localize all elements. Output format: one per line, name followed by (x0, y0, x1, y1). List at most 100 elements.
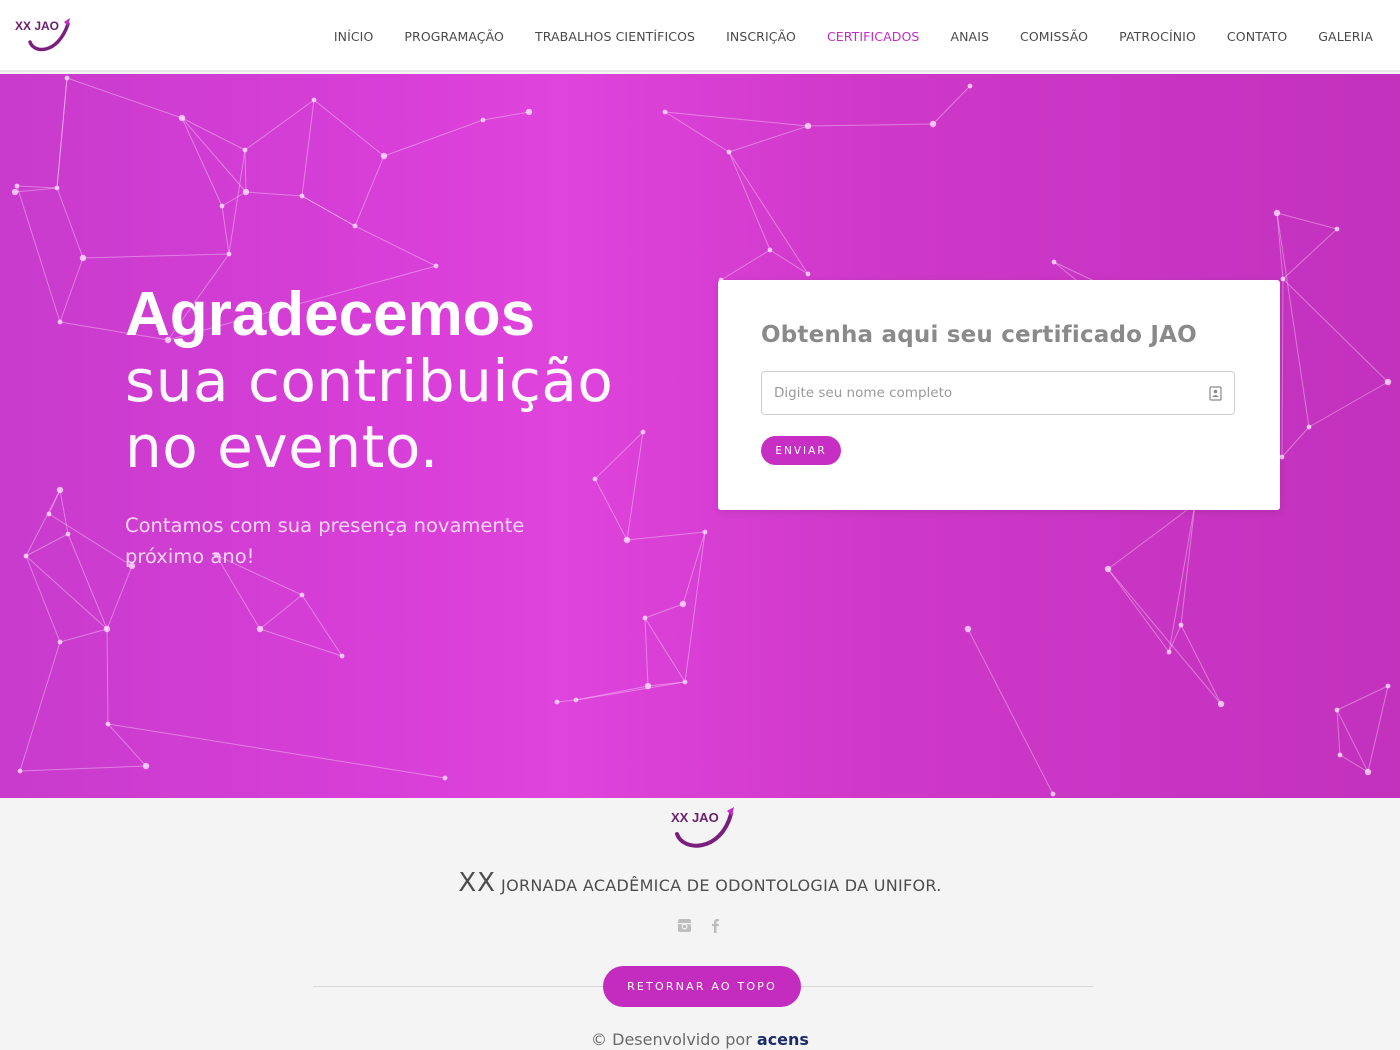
network-line (228, 149, 246, 255)
network-node (1364, 768, 1372, 776)
network-line (728, 125, 809, 153)
network-line (259, 628, 343, 657)
network-line (644, 603, 684, 619)
network-node (682, 679, 688, 685)
network-node (65, 531, 71, 537)
network-node (103, 625, 111, 633)
network-node (967, 83, 973, 89)
network-node (242, 188, 250, 196)
network-node (311, 97, 317, 103)
nav-item-galeria[interactable]: GALERIA (1318, 29, 1373, 44)
network-node (679, 600, 687, 608)
network-node (573, 697, 579, 703)
nav-item-programacao[interactable]: PROGRAMAÇÃO (404, 29, 504, 44)
network-line (221, 205, 230, 255)
nav-item-inscricao[interactable]: INSCRIÇÃO (726, 29, 796, 44)
network-line (25, 533, 69, 557)
network-line (1168, 624, 1182, 653)
network-node (219, 203, 225, 209)
network-line (301, 195, 356, 227)
network-line (932, 85, 971, 125)
network-line (1367, 685, 1389, 773)
network-line (106, 628, 109, 725)
hero-heading-line3: no evento. (125, 413, 439, 481)
network-node (14, 183, 20, 189)
network-line (1281, 278, 1284, 458)
network-line (16, 185, 58, 189)
network-node (1050, 791, 1056, 797)
network-line (1180, 503, 1196, 626)
network-node (178, 114, 186, 122)
network-line (59, 257, 84, 323)
network-line (682, 531, 706, 605)
network-line (67, 533, 108, 630)
network-node (352, 223, 358, 229)
network-line (644, 617, 649, 687)
network-line (664, 111, 730, 153)
jao-logo[interactable]: XX JAO (14, 14, 70, 54)
certificate-form-card: Obtenha aqui seu certificado JAO ENVIAR (718, 280, 1280, 510)
network-line (807, 123, 934, 127)
network-line (244, 99, 315, 151)
network-node (1178, 622, 1184, 628)
credits-brand-link[interactable]: acens (757, 1030, 809, 1049)
network-line (769, 249, 809, 275)
network-node (1337, 752, 1343, 758)
network-line (25, 489, 61, 557)
nav-item-anais[interactable]: ANAIS (950, 29, 989, 44)
network-line (720, 249, 771, 281)
network-node (1385, 683, 1391, 689)
network-node (1280, 276, 1286, 282)
network-node (767, 247, 773, 253)
network-line (1308, 381, 1389, 428)
network-line (594, 478, 628, 541)
network-line (1276, 212, 1338, 230)
network-node (105, 721, 111, 727)
network-line (66, 77, 183, 119)
network-line (181, 117, 223, 207)
nav-item-patrocinio[interactable]: PATROCÍNIO (1119, 29, 1196, 44)
network-line (301, 99, 315, 197)
network-line (684, 531, 706, 683)
instagram-icon[interactable] (677, 918, 692, 933)
nav-item-trabalhos-cientificos[interactable]: TRABALHOS CIENTÍFICOS (535, 29, 695, 44)
network-node (726, 149, 732, 155)
nav-item-comissao[interactable]: COMISSÃO (1020, 29, 1088, 44)
network-node (54, 185, 60, 191)
svg-text:XX JAO: XX JAO (15, 19, 59, 33)
footer-title-edition: XX (458, 868, 496, 898)
network-line (181, 117, 247, 193)
network-line (967, 628, 1054, 795)
facebook-icon[interactable] (708, 918, 723, 933)
network-node (46, 511, 52, 517)
network-line (664, 111, 809, 127)
full-name-input[interactable] (761, 371, 1235, 415)
network-line (107, 723, 147, 767)
network-line (106, 565, 133, 630)
network-node (929, 120, 937, 128)
network-line (644, 617, 686, 683)
network-line (82, 253, 230, 259)
network-line (354, 155, 385, 227)
network-line (575, 681, 686, 701)
network-node (442, 775, 448, 781)
network-line (259, 594, 303, 630)
network-node (17, 768, 23, 774)
network-line (728, 151, 771, 251)
network-line (1107, 568, 1170, 653)
submit-button[interactable]: ENVIAR (761, 436, 841, 465)
network-node (56, 486, 64, 494)
network-line (19, 641, 61, 772)
network-node (480, 117, 486, 123)
nav-item-contato[interactable]: CONTATO (1227, 29, 1287, 44)
network-line (244, 149, 247, 193)
network-line (25, 555, 61, 643)
network-node (57, 319, 63, 325)
network-node (142, 762, 150, 770)
back-to-top-button[interactable]: RETORNAR AO TOPO (603, 966, 801, 1007)
nav-item-certificados[interactable]: CERTIFICADOS (827, 29, 919, 44)
main-nav: INÍCIO PROGRAMAÇÃO TRABALHOS CIENTÍFICOS IN… (303, 0, 1373, 72)
credits: © Desenvolvido por acens (0, 1030, 1400, 1049)
network-node (299, 592, 305, 598)
nav-item-inicio[interactable]: INÍCIO (334, 29, 374, 44)
